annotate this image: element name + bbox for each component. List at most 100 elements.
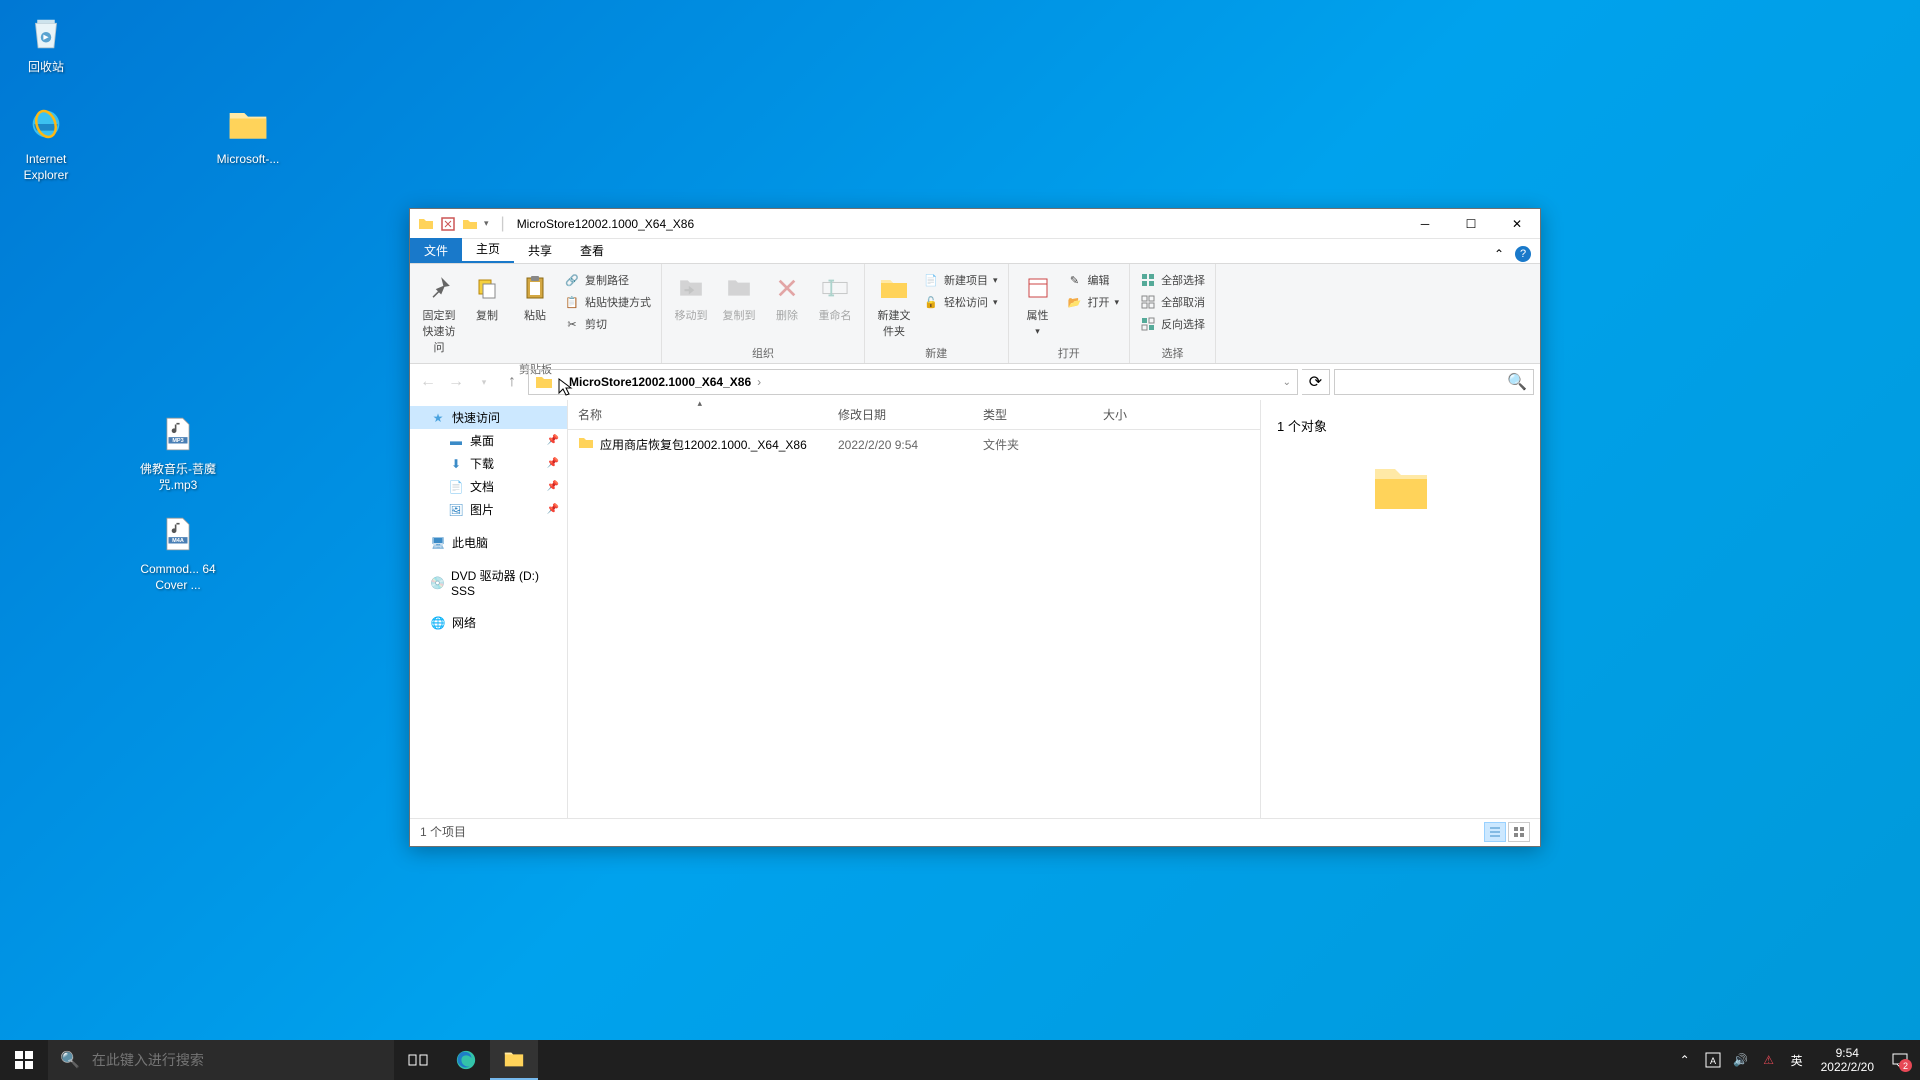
nav-forward-button[interactable]: → (444, 370, 468, 394)
new-item-button[interactable]: 📄新建项目▾ (919, 270, 1002, 290)
tray-expand-button[interactable]: ⌃ (1675, 1050, 1695, 1070)
tab-file[interactable]: 文件 (410, 238, 462, 263)
nav-network[interactable]: 🌐网络 (410, 611, 567, 634)
nav-recent-dropdown[interactable]: ▾ (472, 370, 496, 394)
move-to-button[interactable]: 移动到 (668, 268, 714, 327)
breadcrumb-separator[interactable]: › (557, 375, 565, 389)
paste-button[interactable]: 粘贴 (512, 268, 558, 327)
desktop-file-m4a[interactable]: M4A Commod... 64 Cover ... (140, 510, 216, 593)
qat-newfolder-icon[interactable] (462, 216, 478, 232)
nav-pictures[interactable]: 🖼图片📌 (410, 498, 567, 521)
copy-path-button[interactable]: 🔗复制路径 (560, 270, 655, 290)
breadcrumb-segment[interactable]: MicroStore12002.1000_X64_X86 (569, 375, 751, 389)
col-name[interactable]: 名称▴ (568, 400, 828, 429)
task-view-button[interactable] (394, 1040, 442, 1080)
tray-volume-icon[interactable]: 🔊 (1731, 1050, 1751, 1070)
pin-icon: 📌 (547, 504, 559, 515)
new-folder-button[interactable]: 新建文件夹 (871, 268, 917, 343)
select-all-button[interactable]: 全部选择 (1136, 270, 1209, 290)
nav-quick-access[interactable]: ★快速访问 (410, 406, 567, 429)
tab-view[interactable]: 查看 (566, 238, 618, 263)
preview-pane: 1 个对象 (1260, 400, 1540, 818)
titlebar[interactable]: ▾ | MicroStore12002.1000_X64_X86 ─ ☐ ✕ (410, 209, 1540, 239)
breadcrumb-dropdown[interactable]: ⌄ (1283, 377, 1291, 388)
open-button[interactable]: 📂打开▾ (1063, 292, 1124, 312)
m4a-file-icon: M4A (154, 510, 202, 558)
taskbar-search-input[interactable] (92, 1052, 382, 1068)
folder-icon (578, 435, 594, 454)
paste-shortcut-button[interactable]: 📋粘贴快捷方式 (560, 292, 655, 312)
pin-icon (423, 272, 455, 304)
breadcrumb-separator[interactable]: › (755, 375, 763, 389)
tab-home[interactable]: 主页 (462, 236, 514, 263)
edit-button[interactable]: ✎编辑 (1063, 270, 1124, 290)
file-row[interactable]: 应用商店恢复包12002.1000._X64_X86 2022/2/20 9:5… (568, 430, 1260, 459)
search-icon[interactable]: 🔍 (1507, 372, 1527, 392)
recycle-bin-label: 回收站 (8, 60, 84, 76)
m4a-label: Commod... 64 Cover ... (140, 562, 216, 593)
delete-button[interactable]: 删除 (764, 268, 810, 327)
pictures-icon: 🖼 (448, 502, 464, 518)
navigation-pane: ★快速访问 ▬桌面📌 ⬇下载📌 📄文档📌 🖼图片📌 🖥此电脑 💿DVD 驱动器 … (410, 400, 568, 818)
search-box[interactable]: 🔍 (1334, 369, 1534, 395)
search-input[interactable] (1341, 375, 1507, 389)
properties-button[interactable]: 属性▾ (1015, 268, 1061, 341)
file-date: 2022/2/20 9:54 (828, 436, 973, 454)
tray-network-icon[interactable]: ⚠ (1759, 1050, 1779, 1070)
nav-back-button[interactable]: ← (416, 370, 440, 394)
desktop-file-mp3[interactable]: MP3 佛教音乐-菩魔咒.mp3 (140, 410, 216, 493)
pin-icon: 📌 (547, 481, 559, 492)
ie-shortcut[interactable]: Internet Explorer (8, 100, 84, 183)
cut-button[interactable]: ✂剪切 (560, 314, 655, 334)
nav-dvd-drive[interactable]: 💿DVD 驱动器 (D:) SSS (410, 564, 567, 601)
ribbon: 固定到快速访问 复制 粘贴 🔗复制路径 📋粘贴快捷方式 ✂剪切 剪贴板 (410, 264, 1540, 364)
desktop-folder-microsoft[interactable]: Microsoft-... (210, 100, 286, 168)
open-group-label: 打开 (1015, 343, 1124, 361)
qat-dropdown-icon[interactable]: ▾ (484, 218, 489, 229)
nav-desktop[interactable]: ▬桌面📌 (410, 429, 567, 452)
windows-icon (15, 1051, 33, 1069)
taskbar-edge[interactable] (442, 1040, 490, 1080)
tray-ime-lang[interactable]: 英 (1787, 1050, 1807, 1070)
taskview-icon (408, 1052, 428, 1068)
qat-properties-icon[interactable] (440, 216, 456, 232)
refresh-button[interactable]: ⟳ (1302, 369, 1330, 395)
minimize-button[interactable]: ─ (1402, 209, 1448, 238)
easy-access-button[interactable]: 🔓轻松访问▾ (919, 292, 1002, 312)
start-button[interactable] (0, 1040, 48, 1080)
svg-text:MP3: MP3 (172, 438, 183, 444)
rename-button[interactable]: 重命名 (812, 268, 858, 327)
tab-share[interactable]: 共享 (514, 238, 566, 263)
nav-up-button[interactable]: ↑ (500, 370, 524, 394)
icons-view-button[interactable] (1508, 822, 1530, 842)
invert-icon (1140, 316, 1156, 332)
select-none-button[interactable]: 全部取消 (1136, 292, 1209, 312)
svg-text:M4A: M4A (172, 538, 184, 544)
maximize-button[interactable]: ☐ (1448, 209, 1494, 238)
nav-documents[interactable]: 📄文档📌 (410, 475, 567, 498)
details-view-button[interactable] (1484, 822, 1506, 842)
taskbar-explorer[interactable] (490, 1040, 538, 1080)
invert-selection-button[interactable]: 反向选择 (1136, 314, 1209, 334)
nav-downloads[interactable]: ⬇下载📌 (410, 452, 567, 475)
col-size[interactable]: 大小 (1093, 400, 1193, 429)
tray-ime-icon[interactable]: A (1703, 1050, 1723, 1070)
col-type[interactable]: 类型 (973, 400, 1093, 429)
edge-icon (455, 1049, 477, 1071)
ribbon-collapse-button[interactable]: ⌃ (1490, 245, 1508, 263)
easyaccess-icon: 🔓 (923, 294, 939, 310)
pin-to-quick-access-button[interactable]: 固定到快速访问 (416, 268, 462, 359)
recycle-bin[interactable]: 回收站 (8, 8, 84, 76)
taskbar-search[interactable]: 🔍 (48, 1040, 394, 1080)
mp3-file-icon: MP3 (154, 410, 202, 458)
tray-notifications-button[interactable]: 2 (1888, 1048, 1912, 1072)
copy-to-button[interactable]: 复制到 (716, 268, 762, 327)
tray-clock[interactable]: 9:54 2022/2/20 (1815, 1046, 1880, 1075)
copy-button[interactable]: 复制 (464, 268, 510, 327)
help-button[interactable]: ? (1514, 245, 1532, 263)
nav-this-pc[interactable]: 🖥此电脑 (410, 531, 567, 554)
ie-icon (22, 100, 70, 148)
breadcrumb-bar[interactable]: › MicroStore12002.1000_X64_X86 › ⌄ (528, 369, 1298, 395)
col-date[interactable]: 修改日期 (828, 400, 973, 429)
close-button[interactable]: ✕ (1494, 209, 1540, 238)
